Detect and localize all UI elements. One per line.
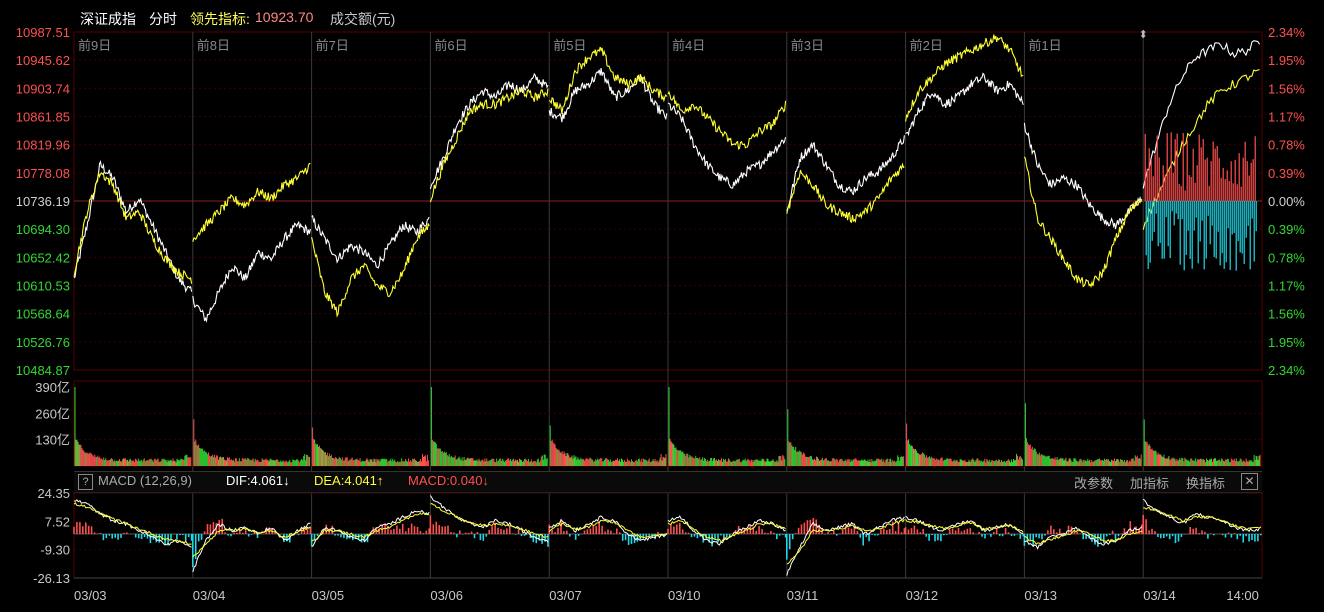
pct-axis-label: 2.34% bbox=[1268, 363, 1305, 378]
date-label: 03/14 bbox=[1143, 588, 1176, 603]
price-line-yellow bbox=[667, 90, 787, 150]
pct-axis-label: 0.78% bbox=[1268, 138, 1305, 153]
price-axis-label: 10526.76 bbox=[16, 335, 70, 350]
macd-indicator-name[interactable]: MACD (12,26,9) bbox=[98, 473, 192, 488]
macd-toolbar: ? MACD (12,26,9) DIF:4.061↓ DEA:4.041↑ M… bbox=[74, 471, 1262, 493]
macd-axis-label: -26.13 bbox=[33, 571, 70, 586]
day-label: 前6日 bbox=[434, 38, 467, 53]
price-line-white bbox=[548, 68, 668, 123]
price-axis-label: 10568.64 bbox=[16, 307, 70, 322]
macd-dea-line bbox=[667, 519, 786, 543]
macd-dif-line bbox=[429, 495, 549, 543]
macd-dif-value: DIF:4.061↓ bbox=[226, 473, 290, 488]
price-line-white bbox=[905, 72, 1024, 137]
date-label: 03/10 bbox=[668, 588, 701, 603]
day-label: 前3日 bbox=[791, 38, 824, 53]
price-axis-label: 10694.30 bbox=[16, 222, 70, 237]
price-axis-label: 10861.85 bbox=[16, 110, 70, 125]
price-axis-label: 10736.19 bbox=[16, 194, 70, 209]
price-axis-label: 10987.51 bbox=[16, 25, 70, 40]
macd-axis-label: 7.52 bbox=[45, 514, 70, 529]
pct-axis-label: 0.39% bbox=[1268, 222, 1305, 237]
macd-axis-label: -9.30 bbox=[40, 543, 70, 558]
date-label: 03/06 bbox=[430, 588, 463, 603]
date-label: 14:00 bbox=[1226, 588, 1259, 603]
chart-area: 10987.51 2.34% 10945.62 1.95% 10903.74 1.56% 1… bbox=[16, 25, 1306, 603]
pct-axis-label: 1.17% bbox=[1268, 279, 1305, 294]
day-label: 前2日 bbox=[910, 38, 943, 53]
price-line-white bbox=[1023, 122, 1143, 230]
macd-dea-line bbox=[1143, 506, 1262, 530]
price-axis-label: 10778.08 bbox=[16, 166, 70, 181]
price-axis-label: 10652.42 bbox=[16, 250, 70, 265]
help-button[interactable]: ? bbox=[78, 474, 93, 490]
price-line-white bbox=[73, 159, 193, 293]
price-axis-label: 10945.62 bbox=[16, 53, 70, 68]
pct-axis-label: 1.95% bbox=[1268, 53, 1305, 68]
pct-axis-label: 0.78% bbox=[1268, 250, 1305, 265]
day-label: 前8日 bbox=[197, 38, 230, 53]
price-line-white bbox=[667, 102, 787, 189]
date-label: 03/11 bbox=[787, 588, 819, 603]
price-line-white bbox=[192, 220, 311, 323]
date-label: 03/04 bbox=[193, 588, 226, 603]
date-label: 03/05 bbox=[312, 588, 345, 603]
price-axis-label: 10903.74 bbox=[16, 81, 70, 96]
pct-axis-label: 1.56% bbox=[1268, 307, 1305, 322]
volume-axis-label: 260亿 bbox=[35, 406, 70, 421]
price-line-yellow bbox=[1023, 156, 1143, 289]
day-label: 前9日 bbox=[78, 38, 111, 53]
add-indicator-button[interactable]: 加指标 bbox=[1130, 473, 1169, 492]
price-axis-label: 10819.96 bbox=[16, 138, 70, 153]
pct-axis-label: 2.34% bbox=[1268, 25, 1305, 40]
pct-axis-label: 0.00% bbox=[1268, 194, 1305, 209]
date-label: 03/13 bbox=[1024, 588, 1057, 603]
pct-axis-label: 1.56% bbox=[1268, 81, 1305, 96]
pct-axis-label: 1.95% bbox=[1268, 335, 1305, 350]
price-line-yellow bbox=[311, 223, 430, 318]
macd-dif-line bbox=[73, 499, 192, 548]
macd-dea-value: DEA:4.041↑ bbox=[314, 473, 384, 488]
pct-axis-label: 1.17% bbox=[1268, 110, 1305, 125]
macd-dif-line bbox=[667, 515, 786, 546]
macd-dea-line bbox=[73, 502, 192, 545]
macd-axis-label: 24.35 bbox=[37, 486, 70, 501]
price-axis-label: 10610.53 bbox=[16, 279, 70, 294]
day-marker-icon: ⬍ bbox=[1139, 29, 1148, 41]
pct-axis-label: 0.39% bbox=[1268, 166, 1305, 181]
price-line-yellow bbox=[73, 171, 193, 284]
price-axis-label: 10484.87 bbox=[16, 363, 70, 378]
day-label: 前1日 bbox=[1028, 38, 1061, 53]
day-label: 前7日 bbox=[316, 38, 349, 53]
day-label: 前5日 bbox=[553, 38, 586, 53]
volume-axis-label: 130亿 bbox=[35, 433, 70, 448]
day-label: 前4日 bbox=[672, 38, 705, 53]
date-label: 03/12 bbox=[906, 588, 939, 603]
price-line-white bbox=[311, 215, 430, 269]
volume-axis-label: 390亿 bbox=[35, 380, 70, 395]
close-icon[interactable]: ✕ bbox=[1241, 473, 1258, 490]
switch-indicator-button[interactable]: 换指标 bbox=[1186, 473, 1225, 492]
macd-value: MACD:0.040↓ bbox=[408, 473, 489, 488]
change-params-button[interactable]: 改参数 bbox=[1074, 473, 1113, 492]
date-label: 03/07 bbox=[549, 588, 582, 603]
date-label: 03/03 bbox=[74, 588, 107, 603]
